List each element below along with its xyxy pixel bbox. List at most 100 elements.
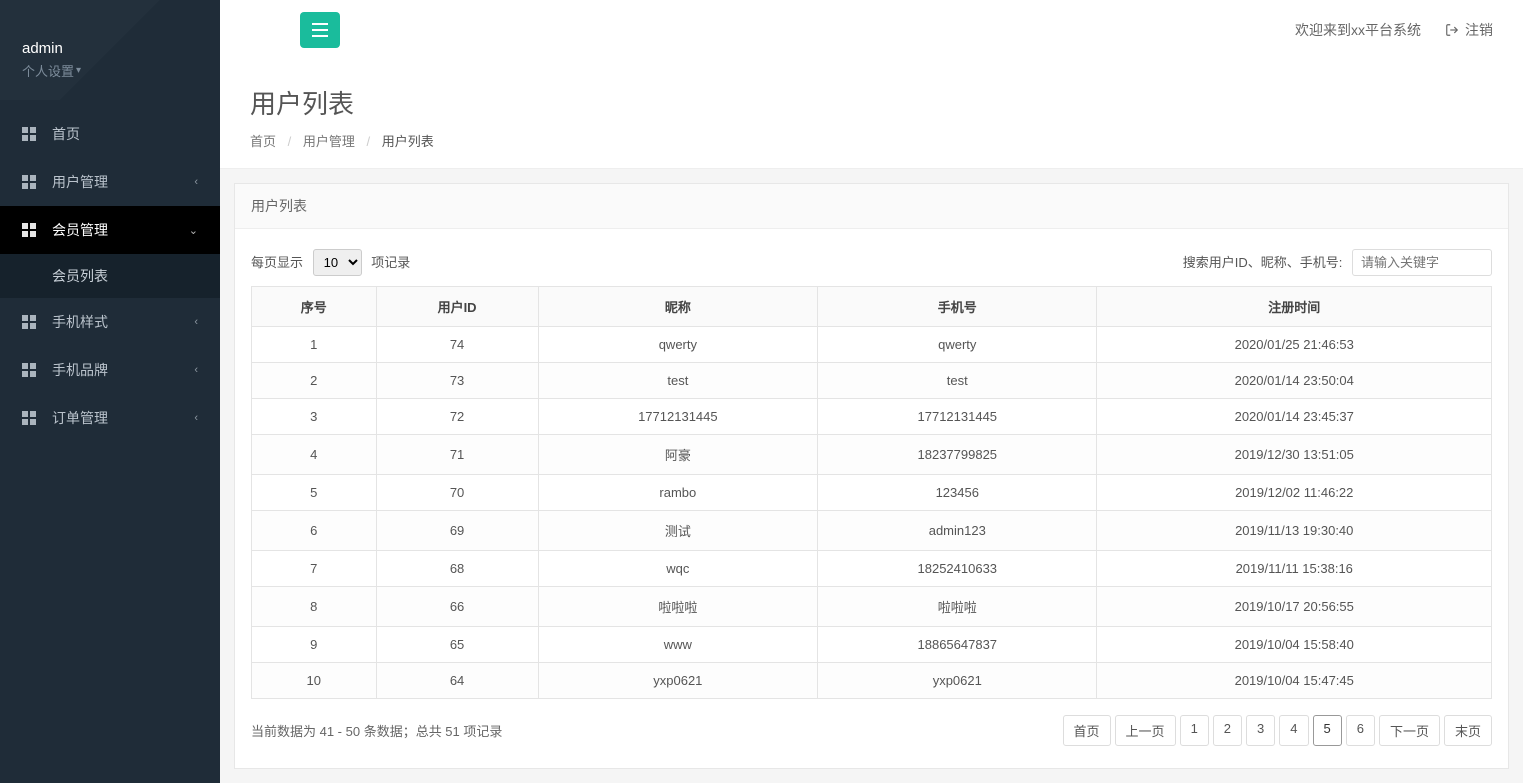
- table-header[interactable]: 序号: [252, 287, 377, 327]
- per-page-prefix: 每页显示: [251, 255, 303, 270]
- nav-item-4[interactable]: 手机品牌‹: [0, 346, 220, 394]
- table-cell: 72: [376, 399, 538, 435]
- grid-icon: [22, 411, 38, 425]
- table-cell: 69: [376, 511, 538, 551]
- page-last[interactable]: 末页: [1444, 715, 1492, 746]
- table-cell: 71: [376, 435, 538, 475]
- table-row: 273testtest2020/01/14 23:50:04: [252, 363, 1492, 399]
- search-label: 搜索用户ID、昵称、手机号:: [1183, 255, 1343, 270]
- grid-icon: [22, 127, 38, 141]
- table-header[interactable]: 用户ID: [376, 287, 538, 327]
- table-cell: 4: [252, 435, 377, 475]
- table-cell: 7: [252, 551, 377, 587]
- table-cell: qwerty: [818, 327, 1097, 363]
- page-2[interactable]: 2: [1213, 715, 1242, 746]
- table-cell: 6: [252, 511, 377, 551]
- page-header: 用户列表 首页 / 用户管理 / 用户列表: [220, 60, 1523, 169]
- table-cell: 2020/01/14 23:50:04: [1097, 363, 1492, 399]
- welcome-text: 欢迎来到xx平台系统: [1295, 20, 1421, 40]
- table-cell: 66: [376, 587, 538, 627]
- table-cell: 测试: [538, 511, 817, 551]
- table-controls: 每页显示 10 项记录 搜索用户ID、昵称、手机号:: [251, 249, 1492, 276]
- nav-item-label: 手机品牌: [52, 360, 108, 380]
- nav-item-0[interactable]: 首页: [0, 110, 220, 158]
- panel: 用户列表 每页显示 10 项记录 搜索用户ID、昵称、手机号:: [234, 183, 1509, 769]
- table-row: 965www188656478372019/10/04 15:58:40: [252, 627, 1492, 663]
- table-cell: qwerty: [538, 327, 817, 363]
- personal-settings-link[interactable]: 个人设置 ▾: [22, 61, 81, 80]
- page-6[interactable]: 6: [1346, 715, 1375, 746]
- page-4[interactable]: 4: [1279, 715, 1308, 746]
- table-header[interactable]: 注册时间: [1097, 287, 1492, 327]
- table-cell: 啦啦啦: [818, 587, 1097, 627]
- nav-item-label: 首页: [52, 124, 80, 144]
- table-cell: 2019/12/30 13:51:05: [1097, 435, 1492, 475]
- table-cell: 3: [252, 399, 377, 435]
- nav-item-label: 订单管理: [52, 408, 108, 428]
- content: 用户列表 首页 / 用户管理 / 用户列表 用户列表 每页显示: [220, 60, 1523, 783]
- logout-button[interactable]: 注销: [1445, 20, 1493, 40]
- page-next[interactable]: 下一页: [1379, 715, 1440, 746]
- table-cell: 2019/10/04 15:47:45: [1097, 663, 1492, 699]
- nav-item-3[interactable]: 手机样式‹: [0, 298, 220, 346]
- search-input[interactable]: [1352, 249, 1492, 276]
- toggle-sidebar-button[interactable]: [300, 12, 340, 48]
- sidebar-header: admin 个人设置 ▾: [0, 0, 220, 100]
- table-cell: 2019/10/17 20:56:55: [1097, 587, 1492, 627]
- page-title: 用户列表: [250, 84, 1493, 121]
- table-row: 768wqc182524106332019/11/11 15:38:16: [252, 551, 1492, 587]
- nav-item-2[interactable]: 会员管理⌄: [0, 206, 220, 254]
- grid-icon: [22, 175, 38, 189]
- table-row: 37217712131445177121314452020/01/14 23:4…: [252, 399, 1492, 435]
- table-cell: yxp0621: [818, 663, 1097, 699]
- nav-sub-item-2-0[interactable]: 会员列表: [0, 254, 220, 298]
- sidebar: admin 个人设置 ▾ 首页用户管理‹会员管理⌄会员列表手机样式‹手机品牌‹订…: [0, 0, 220, 783]
- page-first[interactable]: 首页: [1063, 715, 1111, 746]
- grid-icon: [22, 315, 38, 329]
- nav-item-1[interactable]: 用户管理‹: [0, 158, 220, 206]
- data-table: 序号用户ID昵称手机号注册时间 174qwertyqwerty2020/01/2…: [251, 286, 1492, 699]
- table-cell: 18252410633: [818, 551, 1097, 587]
- page-5[interactable]: 5: [1313, 715, 1342, 746]
- table-cell: 17712131445: [538, 399, 817, 435]
- nav-menu: 首页用户管理‹会员管理⌄会员列表手机样式‹手机品牌‹订单管理‹: [0, 110, 220, 442]
- table-cell: 1: [252, 327, 377, 363]
- personal-settings-label: 个人设置: [22, 61, 74, 80]
- table-row: 174qwertyqwerty2020/01/25 21:46:53: [252, 327, 1492, 363]
- breadcrumb-parent[interactable]: 用户管理: [303, 134, 355, 149]
- page-3[interactable]: 3: [1246, 715, 1275, 746]
- table-cell: 8: [252, 587, 377, 627]
- table-row: 1064yxp0621yxp06212019/10/04 15:47:45: [252, 663, 1492, 699]
- table-cell: 2019/11/13 19:30:40: [1097, 511, 1492, 551]
- table-header[interactable]: 昵称: [538, 287, 817, 327]
- breadcrumb: 首页 / 用户管理 / 用户列表: [250, 131, 1493, 150]
- breadcrumb-home[interactable]: 首页: [250, 134, 276, 149]
- grid-icon: [22, 363, 38, 377]
- table-cell: test: [538, 363, 817, 399]
- per-page-select[interactable]: 10: [313, 249, 362, 276]
- table-cell: yxp0621: [538, 663, 817, 699]
- table-cell: 2019/12/02 11:46:22: [1097, 475, 1492, 511]
- nav-item-label: 手机样式: [52, 312, 108, 332]
- table-row: 866啦啦啦啦啦啦2019/10/17 20:56:55: [252, 587, 1492, 627]
- main-area: 欢迎来到xx平台系统 注销 用户列表 首页 / 用户管理 / 用户列表 用: [220, 0, 1523, 783]
- breadcrumb-current: 用户列表: [382, 134, 434, 149]
- search-box: 搜索用户ID、昵称、手机号:: [1183, 249, 1492, 276]
- hamburger-icon: [312, 23, 328, 37]
- topbar: 欢迎来到xx平台系统 注销: [220, 0, 1523, 60]
- nav-item-5[interactable]: 订单管理‹: [0, 394, 220, 442]
- table-cell: 9: [252, 627, 377, 663]
- table-cell: 73: [376, 363, 538, 399]
- table-header[interactable]: 手机号: [818, 287, 1097, 327]
- page-1[interactable]: 1: [1180, 715, 1209, 746]
- caret-down-icon: ▾: [76, 65, 81, 76]
- grid-icon: [22, 223, 38, 237]
- table-cell: rambo: [538, 475, 817, 511]
- sidebar-username: admin: [22, 40, 198, 57]
- table-cell: test: [818, 363, 1097, 399]
- table-row: 669测试admin1232019/11/13 19:30:40: [252, 511, 1492, 551]
- table-cell: 啦啦啦: [538, 587, 817, 627]
- page-prev[interactable]: 上一页: [1115, 715, 1176, 746]
- table-cell: 70: [376, 475, 538, 511]
- chevron-left-icon: ‹: [194, 176, 198, 188]
